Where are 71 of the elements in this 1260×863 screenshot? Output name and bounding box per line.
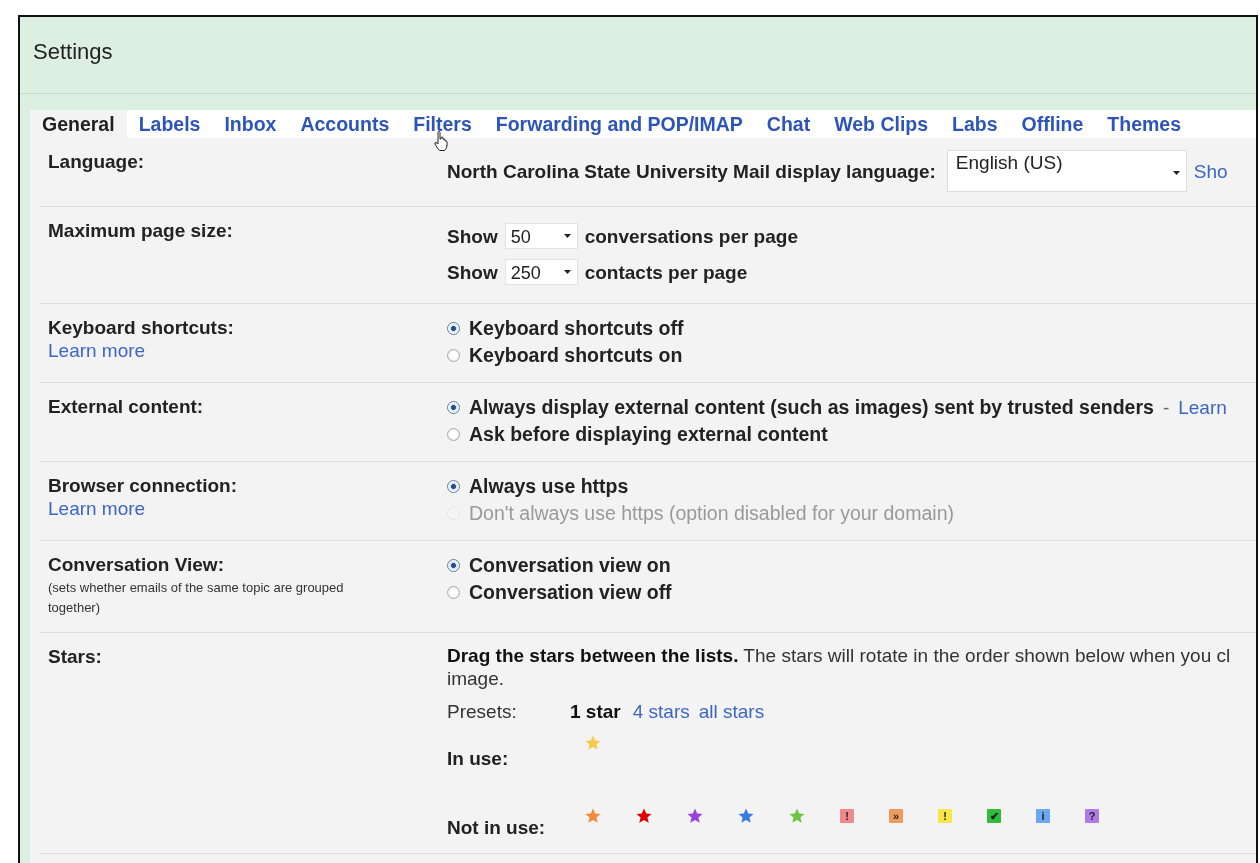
star-icon[interactable]: [687, 808, 703, 824]
star-icon[interactable]: [636, 808, 652, 824]
show-label: Show: [447, 260, 498, 284]
setting-label: External content:: [48, 395, 205, 418]
radio-button[interactable]: [447, 480, 460, 493]
caret-icon: [1172, 171, 1180, 175]
badge-icon[interactable]: »: [889, 809, 903, 823]
settings-tab[interactable]: Themes: [1095, 110, 1194, 138]
caret-icon: [563, 234, 571, 238]
radio-button[interactable]: [447, 322, 460, 335]
star-icon[interactable]: [738, 808, 754, 824]
dash-separator: -: [1162, 396, 1170, 419]
setting-label: Conversation View:: [48, 553, 225, 576]
preset-link[interactable]: 1 star: [570, 701, 621, 723]
setting-label: Stars:: [48, 645, 103, 668]
page-size-label: conversations per page: [584, 224, 798, 248]
show-link[interactable]: Sho: [1193, 159, 1228, 183]
preset-link[interactable]: 4 stars: [632, 701, 690, 723]
setting-label: Browser connection:: [48, 474, 238, 497]
setting-label: Maximum page size:: [48, 219, 234, 242]
in-use-label: In use:: [447, 747, 510, 770]
settings-tab[interactable]: Offline: [1009, 110, 1096, 138]
badge-icon[interactable]: !: [938, 809, 952, 823]
settings-tab[interactable]: Accounts: [288, 110, 402, 138]
radio-label: Conversation view on: [469, 554, 671, 577]
show-label: Show: [447, 224, 498, 248]
learn-more-link[interactable]: Learn more: [48, 339, 447, 362]
page-size-dropdown[interactable]: 250: [504, 259, 578, 285]
radio-button[interactable]: [447, 559, 460, 572]
radio-label: Ask before displaying external content: [469, 423, 828, 446]
settings-tab[interactable]: Web Clips: [822, 110, 941, 138]
not-in-use-label: Not in use:: [447, 816, 547, 839]
page-size-dropdown[interactable]: 50: [504, 223, 578, 249]
radio-button[interactable]: [447, 428, 460, 441]
presets-label: Presets:: [447, 701, 518, 723]
settings-tab[interactable]: Forwarding and POP/IMAP: [483, 110, 755, 138]
badge-icon[interactable]: i: [1036, 809, 1050, 823]
settings-tab[interactable]: Labels: [126, 110, 213, 138]
setting-label: Language:: [48, 150, 146, 173]
star-icon[interactable]: [789, 808, 805, 824]
settings-tab[interactable]: Filters: [401, 110, 484, 138]
star-icon[interactable]: [585, 808, 601, 824]
settings-tab[interactable]: Inbox: [212, 110, 289, 138]
setting-note: (sets whether emails of the same topic are grouped together): [48, 579, 345, 617]
badge-icon[interactable]: !: [840, 809, 854, 823]
caret-icon: [563, 270, 571, 274]
setting-label: Keyboard shortcuts:: [48, 316, 235, 339]
stars-instructions: Drag the stars between the lists. The stars will rotate in the order shown below when you cl: [447, 645, 1232, 666]
star-icon[interactable]: [585, 735, 601, 751]
stars-instructions-end: image.: [447, 668, 506, 689]
settings-tab[interactable]: Chat: [754, 110, 823, 138]
learn-more-link[interactable]: Learn more: [48, 497, 447, 520]
settings-tab[interactable]: Labs: [940, 110, 1010, 138]
badge-icon[interactable]: ✔: [987, 809, 1001, 823]
radio-label: Keyboard shortcuts off: [469, 317, 684, 340]
radio-button[interactable]: [447, 349, 460, 362]
page-title: Settings: [33, 39, 113, 65]
radio-label: Keyboard shortcuts on: [469, 344, 683, 367]
radio-button[interactable]: [447, 586, 460, 599]
settings-tab[interactable]: General: [30, 109, 127, 139]
learn-more-link[interactable]: Learn: [1178, 396, 1227, 419]
radio-label: Always display external content (such as images) sent by trusted senders: [469, 396, 1154, 419]
badge-icon[interactable]: ?: [1085, 809, 1099, 823]
language-dropdown[interactable]: English (US): [946, 150, 1187, 192]
radio-label: Always use https: [469, 475, 629, 498]
page-size-label: contacts per page: [584, 260, 748, 284]
radio-label: Don't always use https (option disabled for your domain): [469, 502, 954, 525]
preset-link[interactable]: all stars: [698, 701, 765, 723]
language-label: North Carolina State University Mail display language:: [447, 159, 936, 183]
radio-button[interactable]: [447, 401, 460, 414]
radio-label: Conversation view off: [469, 581, 672, 604]
